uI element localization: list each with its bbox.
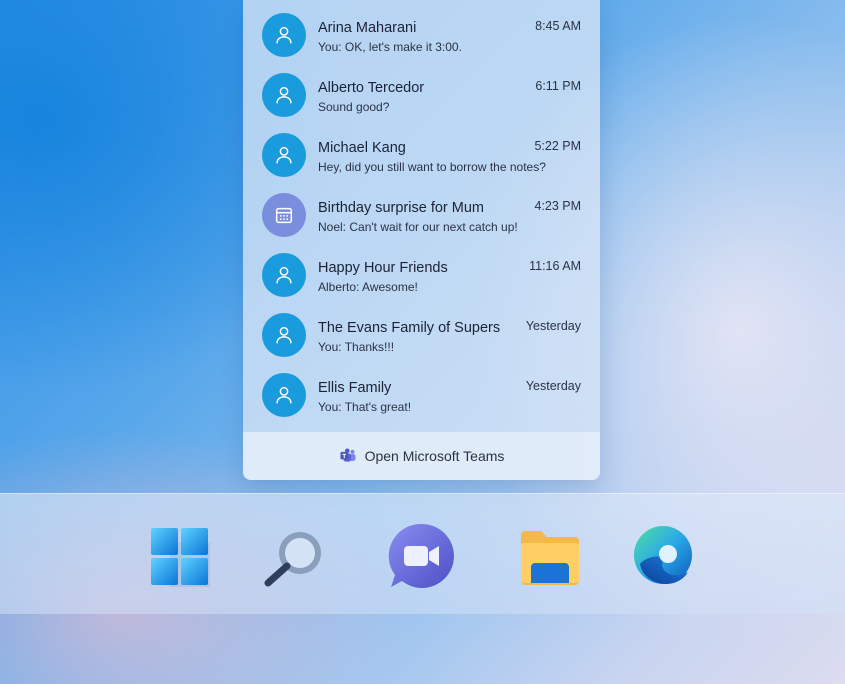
open-teams-label: Open Microsoft Teams [364,448,505,464]
chat-name: Happy Hour Friends [318,260,448,276]
person-icon [276,146,292,164]
chat-name: Alberto Tercedor [318,80,425,96]
person-icon [276,266,292,284]
chat-name: Birthday surprise for Mum [318,200,484,216]
person-icon [276,26,292,44]
chat-time: 4:23 PM [534,199,581,213]
chat-preview: You: OK, let's make it 3:00. [318,40,462,54]
chat-item-ellis-family[interactable]: Ellis Family You: That's great! Yesterda… [243,360,600,420]
teams-chat-icon[interactable] [388,522,456,590]
chat-item-evans-family[interactable]: The Evans Family of Supers You: Thanks!!… [243,300,600,360]
windows-start-icon[interactable] [150,527,210,587]
chat-time: 6:11 PM [535,79,581,93]
avatar [262,193,306,237]
chat-name: Michael Kang [318,140,406,156]
person-icon [276,86,292,104]
chat-time: Yesterday [525,379,581,393]
search-icon[interactable] [262,525,324,587]
avatar [262,13,306,57]
file-explorer-icon[interactable] [519,529,581,585]
avatar [262,253,306,297]
chat-preview: Hey, did you still want to borrow the no… [318,160,546,174]
chat-item-happy-hour-friends[interactable]: Happy Hour Friends Alberto: Awesome! 11:… [243,240,600,300]
chat-name: Ellis Family [318,380,392,396]
chat-item-arina-maharani[interactable]: Arina Maharani You: OK, let's make it 3:… [243,0,600,60]
teams-icon [339,447,357,465]
person-icon [276,326,292,344]
chat-item-birthday-surprise[interactable]: Birthday surprise for Mum Noel: Can't wa… [243,180,600,240]
teams-chat-flyout: Arina Maharani You: OK, let's make it 3:… [243,0,600,480]
taskbar [0,493,845,614]
chat-item-michael-kang[interactable]: Michael Kang Hey, did you still want to … [243,120,600,180]
chat-name: Arina Maharani [318,20,417,36]
person-icon [276,386,292,404]
calendar-icon [275,207,293,224]
avatar [262,373,306,417]
chat-time: 8:45 AM [535,19,581,33]
chat-time: 11:16 AM [529,259,581,273]
avatar [262,133,306,177]
edge-browser-icon[interactable] [632,524,694,586]
chat-name: The Evans Family of Supers [318,320,501,336]
chat-preview: You: That's great! [318,400,412,414]
avatar [262,313,306,357]
chat-item-alberto-tercedor[interactable]: Alberto Tercedor Sound good? 6:11 PM [243,60,600,120]
chat-preview: Noel: Can't wait for our next catch up! [318,220,518,234]
open-teams-button[interactable]: Open Microsoft Teams [243,432,600,480]
chat-preview: Alberto: Awesome! [318,280,418,294]
chat-time: 5:22 PM [534,139,581,153]
chat-time: Yesterday [525,319,581,333]
chat-preview: Sound good? [318,100,390,114]
chat-preview: You: Thanks!!! [318,340,395,354]
avatar [262,73,306,117]
